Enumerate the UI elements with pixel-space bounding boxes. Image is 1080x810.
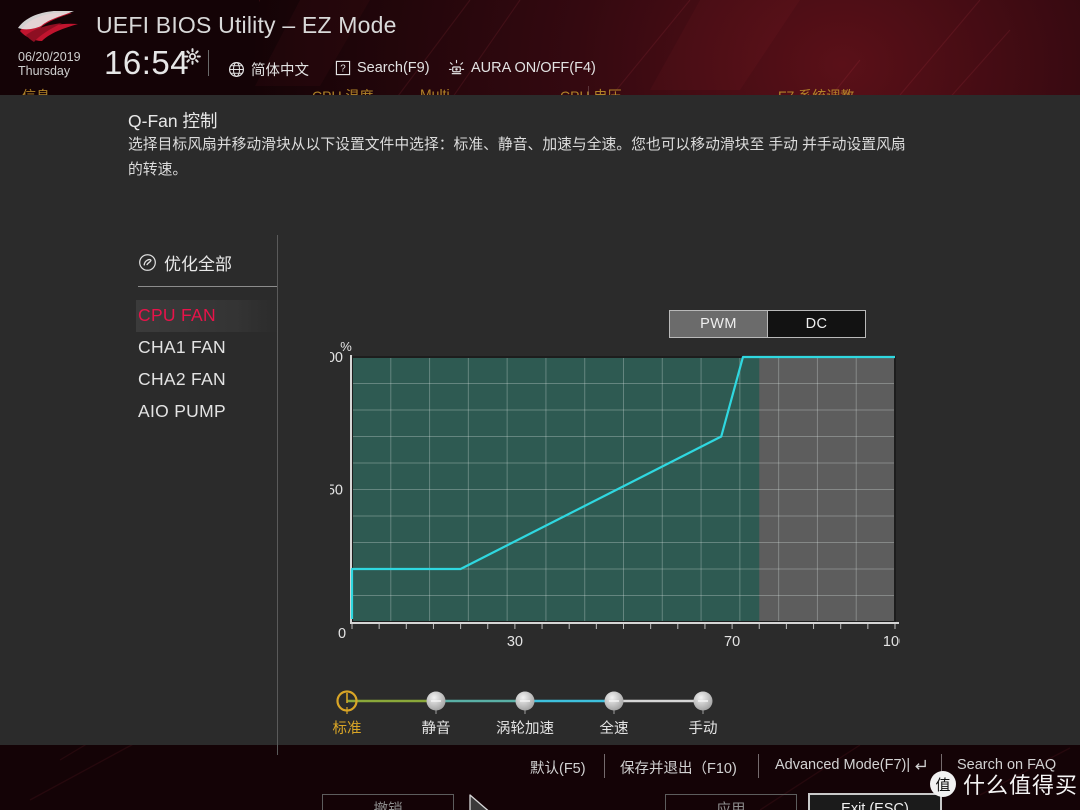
bios-screen: UEFI BIOS Utility – EZ Mode 06/20/2019 T… <box>0 0 1080 810</box>
x-axis-ticks <box>351 624 896 629</box>
header-divider <box>208 50 209 76</box>
save-exit-button[interactable]: 保存并退出（F10) <box>620 757 737 778</box>
save-exit-label: 保存并退出（F10) <box>620 761 737 777</box>
weekday-text: Thursday <box>18 64 71 78</box>
search-button[interactable]: ? Search(F9) <box>334 59 430 76</box>
panel-divider <box>277 235 278 755</box>
bottom-divider-1 <box>604 754 605 778</box>
fan-profile-slider[interactable]: 标准 静音 涡轮加速 全速 手动 <box>330 683 730 747</box>
aura-button[interactable]: AURA ON/OFF(F4) <box>448 59 596 76</box>
language-label: 简体中文 <box>251 63 309 79</box>
x-tick-100: 100 <box>883 634 900 647</box>
default-label: 默认(F5) <box>530 761 586 777</box>
arrow-enter-icon <box>913 758 928 773</box>
optimize-all-button[interactable]: 优化全部 <box>138 250 278 275</box>
page-title: UEFI BIOS Utility – EZ Mode <box>96 12 397 38</box>
y-tick-100: 100 <box>330 350 343 366</box>
fan-item-cpu-fan[interactable]: CPU FAN <box>136 300 278 332</box>
fan-curve-chart[interactable]: %0501003070100℃ <box>330 337 900 647</box>
search-label: Search(F9) <box>357 59 430 76</box>
slider-stop-label: 标准 <box>333 720 362 737</box>
bottom-divider-2 <box>758 754 759 778</box>
dialog-description: 选择目标风扇并移动滑块从以下设置文件中选择：标准、静音、加速与全速。您也可以移动… <box>128 137 906 178</box>
mode-option-pwm[interactable]: PWM <box>670 311 768 337</box>
gear-icon[interactable] <box>184 48 201 65</box>
bottom-bar: 默认(F5) 保存并退出（F10) Advanced Mode(F7)| Sea… <box>0 745 1080 810</box>
slider-stop-label: 静音 <box>422 720 451 737</box>
mode-option-dc[interactable]: DC <box>768 311 865 337</box>
fan-list-divider <box>138 286 278 287</box>
x-tick-30: 30 <box>507 634 523 647</box>
x-tick-70: 70 <box>724 634 740 647</box>
slider-stop-label: 手动 <box>689 720 718 737</box>
dialog-title: Q-Fan 控制 <box>128 111 218 131</box>
rog-logo <box>18 11 78 42</box>
globe-icon <box>228 61 245 78</box>
clock-text: 16:54 <box>104 44 190 81</box>
header: UEFI BIOS Utility – EZ Mode 06/20/2019 T… <box>0 0 1080 92</box>
mode-toggle[interactable]: PWM DC <box>669 310 866 338</box>
date-block: 06/20/2019 Thursday <box>18 50 81 78</box>
optimize-all-label: 优化全部 <box>164 255 232 274</box>
y-tick-0: 0 <box>338 626 346 642</box>
svg-text:?: ? <box>340 63 346 74</box>
slider-stop-label: 全速 <box>600 719 629 737</box>
watermark: 值 什么值得买 <box>930 768 1078 800</box>
fan-item-cha1-fan[interactable]: CHA1 FAN <box>138 332 278 364</box>
aura-label: AURA ON/OFF(F4) <box>471 59 596 76</box>
watermark-text: 什么值得买 <box>963 773 1079 798</box>
aura-lamp-icon <box>448 59 465 76</box>
fan-gauge-icon <box>138 253 157 272</box>
fan-list: 优化全部 CPU FAN CHA1 FAN CHA2 FAN AIO PUMP <box>136 250 278 428</box>
slider-stop-label: 涡轮加速 <box>496 720 554 737</box>
fan-item-cha2-fan[interactable]: CHA2 FAN <box>138 364 278 396</box>
advanced-mode-button[interactable]: Advanced Mode(F7)| <box>775 757 928 773</box>
y-tick-50: 50 <box>330 483 343 499</box>
qfan-dialog: Q-Fan 控制 选择目标风扇并移动滑块从以下设置文件中选择：标准、静音、加速与… <box>0 95 1080 810</box>
advanced-mode-label: Advanced Mode(F7)| <box>775 757 911 773</box>
question-box-icon: ? <box>334 59 351 76</box>
fan-item-aio-pump[interactable]: AIO PUMP <box>138 396 278 428</box>
watermark-badge: 值 <box>930 771 956 797</box>
date-text: 06/20/2019 <box>18 50 81 64</box>
language-button[interactable]: 简体中文 <box>228 59 309 80</box>
default-button[interactable]: 默认(F5) <box>530 757 586 778</box>
